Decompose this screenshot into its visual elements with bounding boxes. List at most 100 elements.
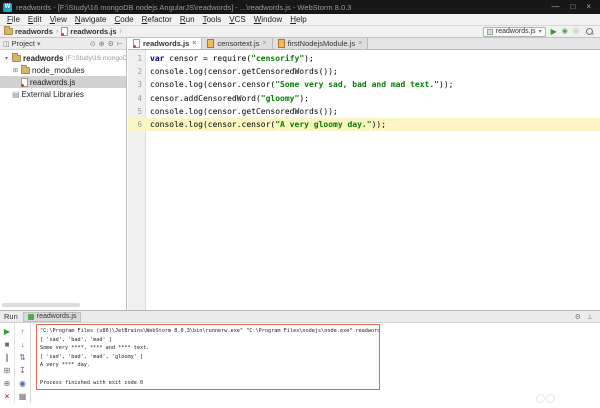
up-stacktrace-icon[interactable]: ↑ (21, 327, 25, 336)
maximize-button[interactable]: □ (570, 3, 575, 11)
menu-item-vcs[interactable]: VCS (225, 15, 249, 24)
run-icon[interactable]: ▶ (551, 28, 557, 36)
breadcrumb-item-readwords[interactable]: readwords (4, 27, 53, 36)
menu-item-refactor[interactable]: Refactor (138, 15, 176, 24)
console-area: "C:\Program Files (x86)\JetBrains\WebSto… (31, 323, 600, 403)
tree-expander-icon[interactable]: ▾ (3, 55, 10, 62)
close-button[interactable]: × (586, 3, 591, 11)
menu-item-window[interactable]: Window (250, 15, 286, 24)
menu-item-edit[interactable]: Edit (24, 15, 46, 24)
menu-item-run[interactable]: Run (176, 15, 199, 24)
pin-tab-icon[interactable]: ⊕ (4, 379, 11, 388)
tab-censortext.js[interactable]: censortext.js× (202, 38, 272, 49)
breadcrumb-separator: › (55, 28, 59, 35)
run-config-label: readwords.js (496, 28, 536, 35)
search-icon[interactable] (586, 28, 594, 36)
console-line: A very **** day. (40, 361, 376, 370)
debug-icon[interactable]: ◉ (562, 28, 568, 36)
stop-icon[interactable]: ■ (5, 340, 10, 349)
close-tab-icon[interactable]: × (192, 40, 196, 47)
code-line[interactable]: 3console.log(censor.censor("Some very sa… (128, 78, 600, 91)
line-number: 4 (128, 94, 146, 103)
minimize-button[interactable]: — (551, 3, 559, 11)
rerun-icon[interactable]: ▶ (4, 327, 10, 336)
code-text: console.log(censor.getCensoredWords()); (146, 67, 338, 76)
menu-item-view[interactable]: View (46, 15, 71, 24)
run-config-file-icon (487, 29, 493, 35)
horizontal-scrollbar[interactable] (2, 303, 80, 307)
window-controls: — □ × (551, 3, 600, 11)
menu-item-navigate[interactable]: Navigate (71, 15, 111, 24)
close-tab-icon[interactable]: × (262, 40, 266, 47)
file-icon (133, 39, 140, 48)
console-line: [ 'sad', 'bad', 'mad' ] (40, 336, 376, 345)
tab-readwords.js[interactable]: readwords.js× (128, 38, 202, 49)
scroll-to-end-icon[interactable]: ↧ (19, 366, 26, 375)
code-lines: 1var censor = require("censorify");2cons… (128, 50, 600, 131)
chevron-down-icon[interactable]: ▾ (37, 40, 41, 48)
restore-layout-icon[interactable]: ⊞ (4, 366, 11, 375)
console-line: Process finished with exit code 0 (40, 379, 376, 388)
coverage-icon[interactable]: ◎ (573, 28, 579, 36)
hide-panel-icon[interactable]: ⊥ (587, 313, 593, 321)
console-output[interactable]: "C:\Program Files (x86)\JetBrains\WebSto… (36, 324, 380, 390)
project-panel-icon: ◫ (3, 40, 10, 48)
webstorm-logo-icon: W (3, 3, 12, 12)
line-number: 3 (128, 80, 146, 89)
close-icon[interactable]: × (5, 392, 10, 401)
tab-label: censortext.js (217, 39, 259, 48)
tree-item-External Libraries[interactable]: ▤External Libraries (0, 88, 126, 100)
folder-icon (12, 55, 21, 62)
menu-item-code[interactable]: Code (111, 15, 138, 24)
breadcrumb-item-readwords.js[interactable]: readwords.js (61, 27, 116, 36)
run-tab-readwords[interactable]: readwords.js (23, 312, 82, 322)
tree-item-label: readwords.js (30, 78, 75, 87)
code-line[interactable]: 1var censor = require("censorify"); (128, 52, 600, 65)
down-stacktrace-icon[interactable]: ↓ (21, 340, 25, 349)
code-text: console.log(censor.getCensoredWords()); (146, 107, 338, 116)
tree-item-label: node_modules (32, 66, 84, 75)
main-area: ◫ Project ▾ ⊙⊕⚙⊢ ▾readwords (F:\Study\16… (0, 38, 600, 310)
folder-icon (4, 28, 13, 35)
close-tab-icon[interactable]: × (358, 40, 362, 47)
lib-icon: ▤ (12, 90, 20, 99)
hide-panel-icon[interactable]: ⊢ (117, 40, 123, 48)
collapse-all-icon[interactable]: ⊕ (99, 40, 105, 48)
settings-icon[interactable]: ⚙ (575, 313, 581, 321)
tab-label: firstNodejsModule.js (288, 39, 356, 48)
soft-wrap-icon[interactable]: ⇅ (19, 353, 26, 362)
code-text: console.log(censor.censor("Some very sad… (146, 80, 453, 89)
tab-firstNodejsModule.js[interactable]: firstNodejsModule.js× (273, 38, 369, 49)
code-editor[interactable]: 1var censor = require("censorify");2cons… (128, 50, 600, 310)
tree-expander-icon[interactable]: ⊞ (12, 67, 19, 74)
tree-item-readwords[interactable]: ▾readwords (F:\Study\16 mongoDB no (0, 52, 126, 64)
help-icon[interactable]: ◉ (19, 379, 26, 388)
run-tool-window: Run readwords.js ⚙⊥ ▶■∥⊞⊕× ↑↓⇅↧◉▦ "C:\Pr… (0, 310, 600, 403)
scroll-from-source-icon[interactable]: ⊙ (90, 40, 96, 48)
title-bar: W readwords - [F:\Study\16 mongoDB nodej… (0, 0, 600, 14)
pause-output-icon[interactable]: ∥ (5, 353, 9, 362)
project-panel: ◫ Project ▾ ⊙⊕⚙⊢ ▾readwords (F:\Study\16… (0, 38, 127, 310)
tree-item-readwords.js[interactable]: readwords.js (0, 76, 126, 88)
jsfile-icon (61, 27, 68, 36)
code-text: console.log(censor.censor("A very gloomy… (146, 120, 386, 129)
menu-item-tools[interactable]: Tools (199, 15, 226, 24)
menu-item-file[interactable]: File (3, 15, 24, 24)
settings-icon[interactable]: ⚙ (108, 40, 114, 48)
code-line[interactable]: 5console.log(censor.getCensoredWords()); (128, 105, 600, 118)
navigation-bar: readwords›readwords.js› readwords.js ▾ ▶… (0, 26, 600, 38)
run-configuration-select[interactable]: readwords.js ▾ (483, 27, 546, 37)
clear-console-icon[interactable]: ▦ (19, 392, 27, 401)
window-title: readwords - [F:\Study\16 mongoDB nodejs … (16, 3, 351, 12)
run-toolbar-column-1: ▶ ■ ∥ ⊞ ⊕ × (0, 323, 15, 403)
breadcrumb-label: readwords (15, 27, 53, 36)
code-line[interactable]: 4censor.addCensoredWord("gloomy"); (128, 92, 600, 105)
run-header-actions: ⚙⊥ (575, 313, 596, 321)
code-line[interactable]: 2console.log(censor.getCensoredWords()); (128, 65, 600, 78)
tree-item-node_modules[interactable]: ⊞ node_modules (0, 64, 126, 76)
code-line[interactable]: 6console.log(censor.censor("A very gloom… (128, 118, 600, 131)
run-file-icon (28, 314, 34, 320)
menu-item-help[interactable]: Help (286, 15, 310, 24)
breadcrumb: readwords›readwords.js› (4, 27, 123, 36)
console-line: "C:\Program Files (x86)\JetBrains\WebSto… (40, 327, 376, 336)
